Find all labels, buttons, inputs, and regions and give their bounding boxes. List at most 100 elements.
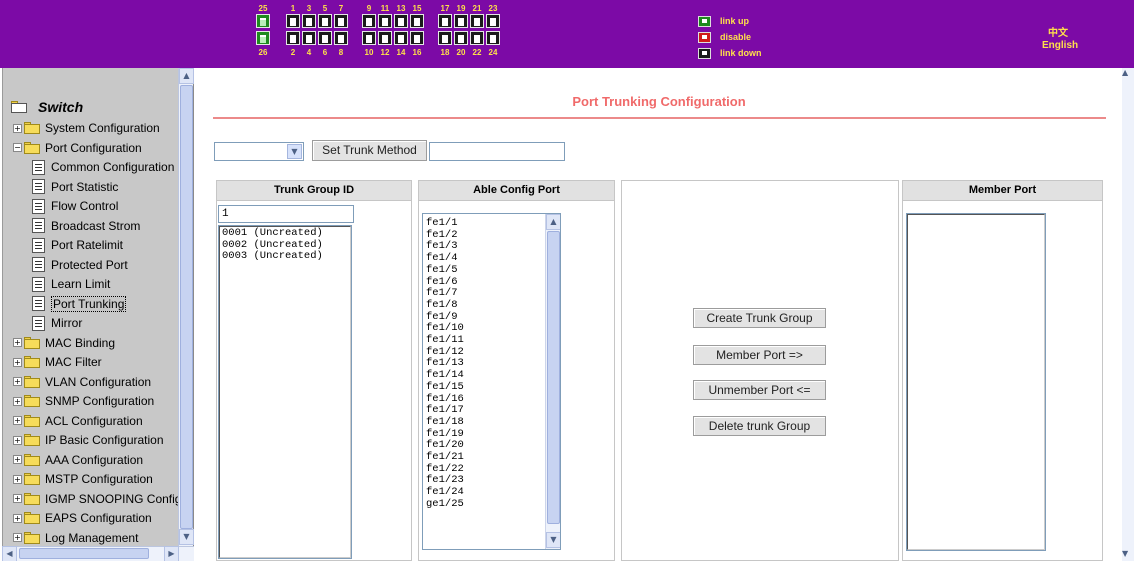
lang-english-link[interactable]: English [1042, 40, 1078, 51]
member-port-button[interactable]: Member Port => [693, 345, 826, 365]
scroll-up-icon[interactable]: ▲ [1122, 68, 1128, 77]
sidebar-item-log-management[interactable]: + Log Management [13, 529, 138, 547]
sidebar-item-eaps-configuration[interactable]: + EAPS Configuration [13, 509, 152, 527]
sidebar-vertical-scrollbar[interactable]: ▲ ▼ [178, 68, 194, 546]
set-trunk-method-button[interactable]: Set Trunk Method [312, 140, 427, 161]
sidebar-item-port-statistic[interactable]: Port Statistic [32, 178, 118, 196]
port-icon[interactable] [454, 31, 468, 45]
scroll-up-icon[interactable]: ▲ [179, 68, 194, 84]
port-icon[interactable] [318, 31, 332, 45]
port-icon[interactable] [256, 14, 270, 28]
expand-icon[interactable]: + [13, 123, 22, 133]
able-list-scrollbar[interactable]: ▲ ▼ [545, 214, 560, 549]
port-icon[interactable] [286, 31, 300, 45]
port-icon[interactable] [286, 14, 300, 28]
sidebar-item-aaa-configuration[interactable]: + AAA Configuration [13, 451, 143, 469]
port-icon[interactable] [302, 14, 316, 28]
expand-icon[interactable]: + [13, 533, 22, 542]
sidebar-item-common-configuration[interactable]: Common Configuration [32, 158, 174, 176]
list-item[interactable]: ge1/25 [423, 498, 560, 511]
port-icon[interactable] [334, 14, 348, 28]
able-config-port-list[interactable]: fe1/1 fe1/2 fe1/3 fe1/4 fe1/5 fe1/6 fe1/7 fe1/8… [422, 213, 561, 550]
list-item[interactable]: fe1/1 [423, 217, 560, 230]
expand-icon[interactable]: + [13, 416, 22, 425]
port-icon[interactable] [256, 31, 270, 45]
sidebar-item-protected-port[interactable]: Protected Port [32, 256, 128, 274]
scroll-up-icon[interactable]: ▲ [546, 214, 560, 230]
list-item[interactable]: fe1/18 [423, 416, 560, 429]
sidebar-item-mac-binding[interactable]: + MAC Binding [13, 334, 115, 352]
sidebar-item-ip-basic-configuration[interactable]: + IP Basic Configuration [13, 431, 164, 449]
collapse-icon[interactable]: − [13, 143, 22, 152]
port-icon[interactable] [410, 14, 424, 28]
expand-icon[interactable]: + [13, 338, 22, 347]
sidebar-item-port-ratelimit[interactable]: Port Ratelimit [32, 236, 123, 254]
sidebar-item-system-configuration[interactable]: + System Configuration [13, 119, 160, 137]
expand-icon[interactable]: + [13, 396, 22, 406]
expand-icon[interactable]: + [13, 455, 22, 464]
sidebar-item-acl-configuration[interactable]: + ACL Configuration [13, 412, 143, 430]
trunk-group-id-input[interactable] [218, 205, 354, 223]
trunk-group-list[interactable]: 0001 (Uncreated) 0002 (Uncreated) 0003 (Un… [218, 225, 352, 559]
sidebar-item-snmp-configuration[interactable]: + SNMP Configuration [13, 392, 154, 410]
port-icon[interactable] [378, 14, 392, 28]
create-trunk-group-button[interactable]: Create Trunk Group [693, 308, 826, 328]
delete-trunk-group-button[interactable]: Delete trunk Group [693, 416, 826, 436]
sidebar-item-flow-control[interactable]: Flow Control [32, 197, 118, 215]
sidebar-item-learn-limit[interactable]: Learn Limit [32, 275, 110, 293]
port-icon[interactable] [454, 14, 468, 28]
list-item[interactable]: fe1/5 [423, 264, 560, 277]
tree-root[interactable]: Switch [11, 99, 83, 115]
scroll-thumb-horizontal[interactable] [19, 548, 149, 559]
list-item[interactable]: fe1/15 [423, 381, 560, 394]
scroll-thumb[interactable] [547, 231, 560, 524]
port-icon[interactable] [486, 31, 500, 45]
port-icon[interactable] [394, 14, 408, 28]
sidebar-item-vlan-configuration[interactable]: + VLAN Configuration [13, 373, 151, 391]
expand-icon[interactable]: + [13, 474, 22, 484]
sidebar-item-mstp-configuration[interactable]: + MSTP Configuration [13, 470, 153, 488]
expand-icon[interactable]: + [13, 435, 22, 445]
lang-chinese-link[interactable]: 中文 [1048, 24, 1068, 39]
sidebar-item-broadcast-strom[interactable]: Broadcast Strom [32, 217, 140, 235]
sidebar-item-igmp-snooping-config[interactable]: + IGMP SNOOPING Config [13, 490, 178, 508]
trunk-method-select[interactable]: ▼ [214, 142, 304, 161]
expand-icon[interactable]: + [13, 513, 22, 523]
chevron-down-icon[interactable]: ▼ [287, 144, 302, 159]
sidebar-item-mirror[interactable]: Mirror [32, 314, 82, 332]
list-item[interactable]: fe1/8 [423, 299, 560, 312]
port-icon[interactable] [470, 31, 484, 45]
trunk-method-input[interactable] [429, 142, 565, 161]
port-icon[interactable] [470, 14, 484, 28]
scroll-down-icon[interactable]: ▼ [179, 529, 194, 545]
sidebar-horizontal-scrollbar[interactable]: ◀ ▶ [2, 546, 194, 561]
sidebar-item-port-trunking[interactable]: Port Trunking [32, 295, 127, 313]
sidebar-item-port-configuration[interactable]: − Port Configuration [13, 139, 142, 157]
port-icon[interactable] [362, 14, 376, 28]
scroll-right-icon[interactable]: ▶ [164, 546, 179, 561]
scroll-down-icon[interactable]: ▼ [1122, 549, 1128, 558]
port-icon[interactable] [378, 31, 392, 45]
expand-icon[interactable]: + [13, 357, 22, 367]
port-icon[interactable] [362, 31, 376, 45]
list-item[interactable]: fe1/21 [423, 451, 560, 464]
page-vertical-scrollbar[interactable]: ▲ ▼ [1122, 68, 1134, 561]
port-icon[interactable] [410, 31, 424, 45]
port-icon[interactable] [486, 14, 500, 28]
sidebar-item-mac-filter[interactable]: + MAC Filter [13, 353, 102, 371]
folder-icon [24, 414, 40, 427]
list-item[interactable]: fe1/11 [423, 334, 560, 347]
scroll-left-icon[interactable]: ◀ [2, 546, 17, 561]
scroll-down-icon[interactable]: ▼ [546, 532, 560, 548]
port-icon[interactable] [394, 31, 408, 45]
port-icon[interactable] [438, 31, 452, 45]
port-icon[interactable] [438, 14, 452, 28]
member-port-list[interactable] [906, 213, 1046, 551]
port-icon[interactable] [302, 31, 316, 45]
port-icon[interactable] [334, 31, 348, 45]
scroll-thumb[interactable] [180, 85, 193, 529]
unmember-port-button[interactable]: Unmember Port <= [693, 380, 826, 400]
port-icon[interactable] [318, 14, 332, 28]
expand-icon[interactable]: + [13, 494, 22, 503]
expand-icon[interactable]: + [13, 377, 22, 386]
